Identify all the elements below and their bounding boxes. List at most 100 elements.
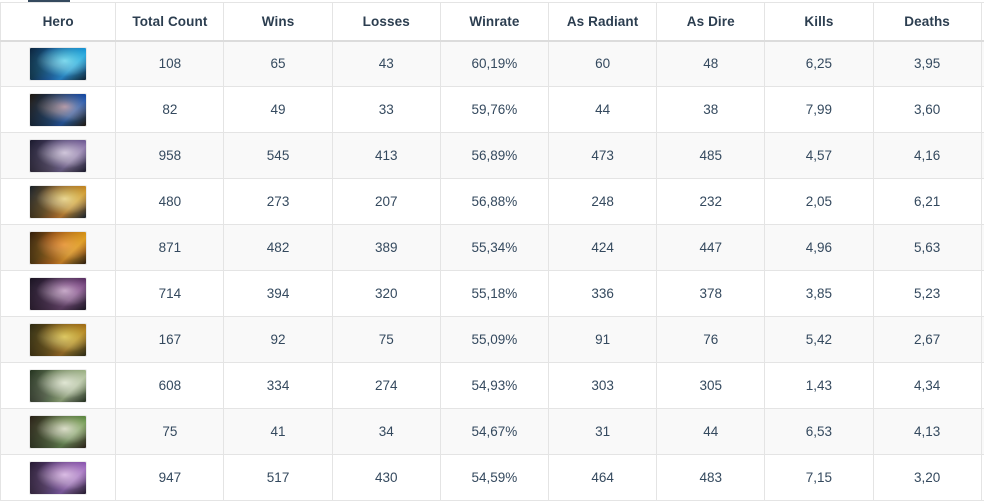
- cell-winrate: 56,89%: [439, 132, 550, 179]
- cell-deaths: 5,23: [872, 270, 982, 317]
- cell-as-radiant: 44: [547, 86, 658, 133]
- hero-cell[interactable]: [0, 270, 117, 317]
- column-header-kills[interactable]: Kills: [764, 2, 874, 42]
- hero-portrait-icon[interactable]: [30, 139, 87, 172]
- table-row[interactable]: 167927555,09%91765,422,677,57: [0, 316, 984, 363]
- hero-cell[interactable]: [0, 224, 117, 271]
- cell-wins: 41: [223, 408, 333, 455]
- cell-winrate: 55,09%: [439, 316, 550, 363]
- cell-as-dire: 447: [656, 224, 766, 271]
- cell-kills: 5,42: [764, 316, 874, 363]
- cell-as-dire: 305: [656, 362, 766, 409]
- cell-total-count: 871: [115, 224, 225, 271]
- table-row[interactable]: 94751743054,59%4644837,153,209,97: [0, 454, 984, 501]
- column-header-losses[interactable]: Losses: [331, 2, 441, 42]
- cell-winrate: 55,34%: [439, 224, 550, 271]
- table-header-row: Hero Total Count Wins Losses Winrate As …: [0, 2, 984, 42]
- hero-cell[interactable]: [0, 86, 117, 133]
- cell-total-count: 714: [115, 270, 225, 317]
- cell-deaths: 3,20: [872, 454, 982, 501]
- cell-kills: 7,15: [764, 454, 874, 501]
- cell-kills: 6,53: [764, 408, 874, 455]
- cell-as-radiant: 91: [547, 316, 658, 363]
- cell-losses: 34: [331, 408, 441, 455]
- cell-wins: 517: [223, 454, 333, 501]
- hero-portrait-icon[interactable]: [30, 323, 87, 356]
- cell-kills: 3,85: [764, 270, 874, 317]
- cell-as-radiant: 336: [547, 270, 658, 317]
- column-header-winrate[interactable]: Winrate: [439, 2, 550, 42]
- hero-cell[interactable]: [0, 40, 117, 87]
- hero-cell[interactable]: [0, 454, 117, 501]
- cell-as-dire: 485: [656, 132, 766, 179]
- column-header-deaths[interactable]: Deaths: [872, 2, 982, 42]
- cell-winrate: 60,19%: [439, 40, 550, 87]
- table-row[interactable]: 108654360,19%60486,253,9510,67: [0, 40, 984, 87]
- table-row[interactable]: 75413454,67%31446,534,1312,15: [0, 408, 984, 455]
- table-row[interactable]: 82493359,76%44387,993,606,39: [0, 86, 984, 133]
- table-row[interactable]: 95854541356,89%4734854,574,1614,07: [0, 132, 984, 179]
- cell-losses: 207: [331, 178, 441, 225]
- hero-thumb-shade: [30, 47, 87, 80]
- hero-cell[interactable]: [0, 316, 117, 363]
- hero-thumb-shade: [30, 415, 87, 448]
- table-row[interactable]: 71439432055,18%3363783,855,2312,14: [0, 270, 984, 317]
- cell-wins: 545: [223, 132, 333, 179]
- cell-as-dire: 76: [656, 316, 766, 363]
- cell-total-count: 958: [115, 132, 225, 179]
- hero-thumb-shade: [30, 185, 87, 218]
- hero-cell[interactable]: [0, 408, 117, 455]
- hero-portrait-icon[interactable]: [30, 93, 87, 126]
- hero-portrait-icon[interactable]: [30, 369, 87, 402]
- hero-cell[interactable]: [0, 178, 117, 225]
- hero-portrait-icon[interactable]: [30, 461, 87, 494]
- column-header-wins[interactable]: Wins: [223, 2, 333, 42]
- table-row[interactable]: 60833427454,93%3033051,434,3413,13: [0, 362, 984, 409]
- cell-losses: 43: [331, 40, 441, 87]
- cell-wins: 65: [223, 40, 333, 87]
- cell-as-dire: 48: [656, 40, 766, 87]
- cell-losses: 320: [331, 270, 441, 317]
- cell-deaths: 5,63: [872, 224, 982, 271]
- hero-cell[interactable]: [0, 362, 117, 409]
- table-row[interactable]: 48027320756,88%2482322,056,2112,20: [0, 178, 984, 225]
- cell-total-count: 480: [115, 178, 225, 225]
- table-row[interactable]: 87148238955,34%4244474,965,6312,80: [0, 224, 984, 271]
- column-header-as-dire[interactable]: As Dire: [656, 2, 766, 42]
- cell-deaths: 4,16: [872, 132, 982, 179]
- hero-portrait-icon[interactable]: [30, 277, 87, 310]
- cell-as-dire: 44: [656, 408, 766, 455]
- hero-thumb-shade: [30, 323, 87, 356]
- cell-wins: 394: [223, 270, 333, 317]
- cell-total-count: 75: [115, 408, 225, 455]
- cell-kills: 4,57: [764, 132, 874, 179]
- cell-deaths: 6,21: [872, 178, 982, 225]
- column-header-hero[interactable]: Hero: [0, 2, 117, 42]
- cell-winrate: 55,18%: [439, 270, 550, 317]
- cell-as-radiant: 31: [547, 408, 658, 455]
- hero-portrait-icon[interactable]: [30, 415, 87, 448]
- cell-losses: 389: [331, 224, 441, 271]
- cell-losses: 274: [331, 362, 441, 409]
- column-header-total-count[interactable]: Total Count: [115, 2, 225, 42]
- cell-kills: 4,96: [764, 224, 874, 271]
- column-header-as-radiant[interactable]: As Radiant: [547, 2, 658, 42]
- cell-as-radiant: 473: [547, 132, 658, 179]
- cell-losses: 33: [331, 86, 441, 133]
- hero-cell[interactable]: [0, 132, 117, 179]
- cell-total-count: 167: [115, 316, 225, 363]
- hero-portrait-icon[interactable]: [30, 47, 87, 80]
- cell-kills: 7,99: [764, 86, 874, 133]
- hero-portrait-icon[interactable]: [30, 231, 87, 264]
- hero-portrait-icon[interactable]: [30, 185, 87, 218]
- cell-kills: 2,05: [764, 178, 874, 225]
- cell-deaths: 3,95: [872, 40, 982, 87]
- cell-winrate: 54,59%: [439, 454, 550, 501]
- cell-as-radiant: 303: [547, 362, 658, 409]
- cell-wins: 92: [223, 316, 333, 363]
- cell-as-dire: 378: [656, 270, 766, 317]
- cell-wins: 482: [223, 224, 333, 271]
- cell-wins: 49: [223, 86, 333, 133]
- hero-stats-table: Hero Total Count Wins Losses Winrate As …: [0, 2, 984, 501]
- cell-deaths: 4,34: [872, 362, 982, 409]
